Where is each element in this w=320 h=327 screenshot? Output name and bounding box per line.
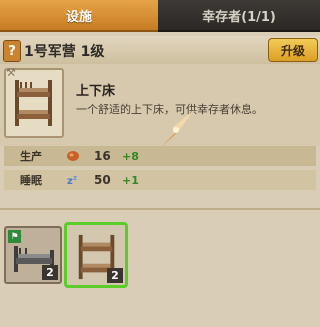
upgrade-button[interactable]: 升级 — [268, 38, 318, 62]
stat-delta: +1 — [122, 173, 139, 187]
stat-row-production: 生产 16 +8 — [4, 146, 316, 166]
sleep-icon: z z — [67, 174, 77, 187]
stat-label: 睡眠 — [20, 174, 42, 187]
help-icon[interactable]: ? — [3, 40, 21, 62]
food-icon — [67, 151, 79, 161]
item-name: 上下床 — [76, 84, 116, 99]
inventory-slot-metal-bed[interactable]: ⚑ 2 — [4, 226, 62, 284]
facility-tabs: 设施 幸存者(1/1) — [0, 0, 320, 32]
svg-text:z: z — [73, 174, 77, 182]
tab-facilities[interactable]: 设施 — [0, 0, 158, 32]
item-thumbnail: ⚒ — [4, 66, 64, 138]
bunk-bed-icon — [15, 80, 52, 126]
tab-survivors[interactable]: 幸存者(1/1) — [158, 0, 320, 32]
page-title: 1号军营 1级 — [24, 44, 105, 60]
stat-row-sleep: 睡眠 z z 50 +1 — [4, 170, 316, 190]
quantity-badge: 2 — [42, 265, 58, 280]
facility-header: ? 1号军营 1级 升级 — [0, 36, 320, 64]
quantity-badge: 2 — [107, 268, 123, 283]
stat-value: 50 — [94, 173, 111, 187]
stat-value: 16 — [94, 149, 111, 163]
divider — [0, 208, 320, 210]
inventory-slot-bunk-bed[interactable]: 2 — [64, 222, 128, 288]
stat-delta: +8 — [122, 149, 139, 163]
stat-label: 生产 — [20, 150, 42, 163]
